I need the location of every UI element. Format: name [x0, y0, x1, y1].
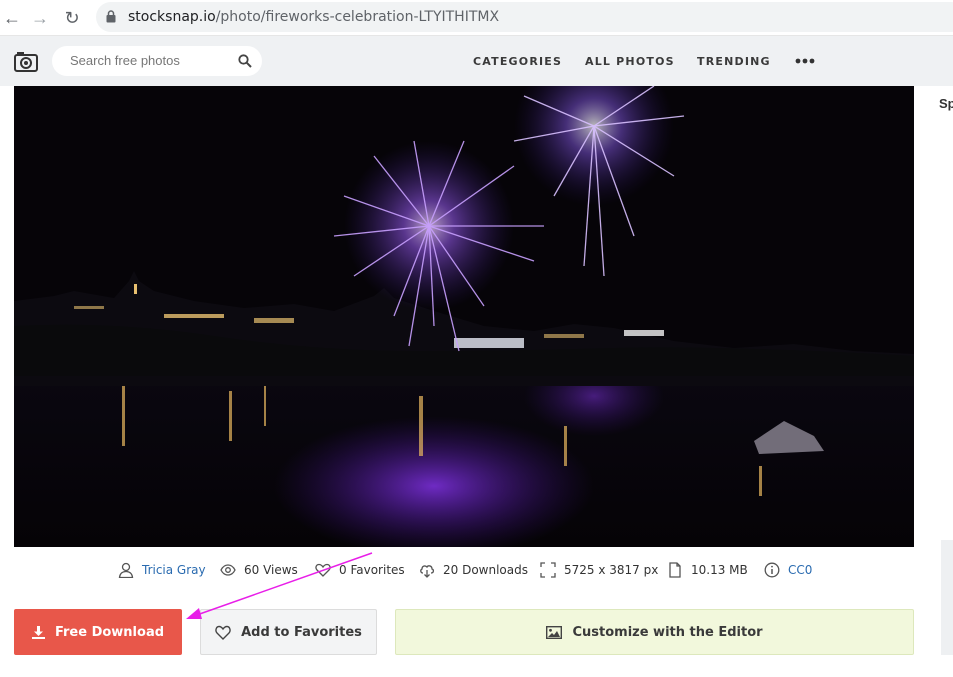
customize-editor-button[interactable]: Customize with the Editor: [395, 609, 914, 655]
lock-icon: [106, 10, 116, 23]
url-domain: stocksnap.io: [128, 9, 216, 25]
address-bar[interactable]: stocksnap.io/photo/fireworks-celebration…: [96, 2, 953, 32]
user-icon: [118, 562, 134, 578]
file-size-value: 10.13 MB: [691, 563, 748, 577]
free-download-button[interactable]: Free Download: [14, 609, 182, 655]
download-icon: [31, 625, 45, 639]
author-link[interactable]: Tricia Gray: [142, 563, 206, 577]
nav-categories[interactable]: CATEGORIES: [473, 55, 562, 68]
info-icon: [764, 562, 780, 578]
nav-trending[interactable]: TRENDING: [697, 55, 771, 68]
expand-icon: [540, 562, 556, 578]
camera-icon[interactable]: [14, 52, 38, 72]
fireworks-photo-illustration: [14, 86, 914, 547]
main-photo[interactable]: [14, 86, 914, 547]
search-input[interactable]: [70, 53, 220, 68]
arrow-right-icon[interactable]: →: [28, 6, 52, 30]
nav-all-photos[interactable]: ALL PHOTOS: [585, 55, 675, 68]
stat-license[interactable]: CC0: [764, 560, 812, 580]
favorites-count: 0 Favorites: [339, 563, 405, 577]
site-header: CATEGORIES ALL PHOTOS TRENDING: [0, 36, 953, 86]
stat-views: 60 Views: [220, 560, 298, 580]
search-icon[interactable]: [238, 54, 252, 68]
license-link[interactable]: CC0: [788, 563, 812, 577]
sidebar-partial-text: Sp: [939, 96, 953, 111]
file-icon: [669, 562, 681, 578]
stat-favorites: 0 Favorites: [315, 560, 405, 580]
downloads-count: 20 Downloads: [443, 563, 528, 577]
customize-editor-label: Customize with the Editor: [572, 624, 763, 640]
dimensions-value: 5725 x 3817 px: [564, 563, 659, 577]
stat-dimensions: 5725 x 3817 px: [540, 560, 658, 580]
arrow-left-icon[interactable]: ←: [0, 6, 24, 30]
sidebar-partial-block: [941, 540, 953, 655]
add-to-favorites-label: Add to Favorites: [241, 624, 362, 640]
eye-icon: [220, 564, 236, 576]
more-dots-icon[interactable]: [795, 58, 815, 64]
image-icon: [546, 625, 563, 639]
browser-toolbar: ← → ↻ stocksnap.io/photo/fireworks-celeb…: [0, 0, 953, 36]
url-path: /photo/fireworks-celebration-LTYITHITMX: [215, 9, 500, 25]
url-text: stocksnap.io/photo/fireworks-celebration…: [128, 9, 499, 25]
reload-icon[interactable]: ↻: [60, 6, 84, 30]
stat-file-size: 10.13 MB: [667, 560, 748, 580]
stat-author[interactable]: Tricia Gray: [118, 560, 206, 580]
stat-downloads: 20 Downloads: [419, 560, 528, 580]
add-to-favorites-button[interactable]: Add to Favorites: [200, 609, 377, 655]
views-count: 60 Views: [244, 563, 298, 577]
photo-stats: Tricia Gray 60 Views 0 Favorites 20 Down…: [0, 560, 953, 580]
heart-icon: [215, 625, 231, 640]
free-download-label: Free Download: [54, 624, 165, 640]
search-box: [52, 46, 262, 76]
cloud-download-icon: [420, 565, 435, 578]
heart-icon: [315, 563, 331, 577]
